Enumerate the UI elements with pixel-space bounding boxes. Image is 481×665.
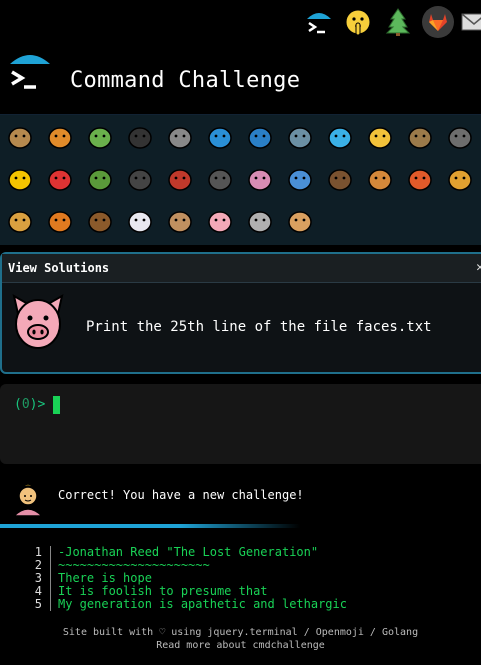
file-listing: 1 -Jonathan Reed "The Lost Generation" 2 ~~…	[0, 545, 481, 615]
challenge-text: Print the 25th line of the file faces.tx…	[86, 319, 432, 335]
fox-icon[interactable]	[402, 161, 438, 197]
terminal-logo-icon[interactable]	[6, 52, 50, 96]
ant-icon[interactable]	[122, 119, 158, 155]
mouse-icon[interactable]	[242, 203, 278, 239]
blowfish-icon[interactable]	[402, 119, 438, 155]
footer: Site built with ♡ using jquery.terminal …	[0, 626, 481, 652]
footer-credits[interactable]: Site built with ♡ using jquery.terminal …	[0, 626, 481, 639]
hamster-icon[interactable]	[282, 203, 318, 239]
genie-icon	[6, 476, 50, 520]
microbe-icon[interactable]	[282, 161, 318, 197]
lion-icon[interactable]	[2, 203, 38, 239]
line-text: My generation is apathetic and lethargic	[58, 597, 347, 611]
scorpion-icon[interactable]	[162, 161, 198, 197]
terminal-cursor	[53, 396, 60, 414]
line-text: It is foolish to presume that	[58, 584, 268, 598]
gitlab-icon[interactable]	[422, 6, 454, 38]
result-message: Correct! You have a new challenge!	[0, 474, 481, 520]
shushing-face-icon[interactable]	[342, 6, 374, 38]
butterfly-icon[interactable]	[42, 119, 78, 155]
terminal-prompt-icon[interactable]	[303, 6, 335, 38]
gutter-separator	[50, 598, 51, 611]
mail-icon[interactable]	[458, 6, 481, 38]
line-number: 2	[34, 558, 42, 572]
listing-line: 1 -Jonathan Reed "The Lost Generation"	[0, 545, 481, 559]
terminal[interactable]: (0)>	[0, 384, 481, 464]
view-solutions-button[interactable]: View Solutions	[2, 254, 481, 283]
listing-line: 4 It is foolish to presume that	[0, 584, 481, 598]
dog-icon[interactable]	[362, 161, 398, 197]
line-text: ~~~~~~~~~~~~~~~~~~~~~	[58, 558, 210, 572]
terminal-prompt: (0)>	[14, 397, 45, 412]
wolf-icon[interactable]	[442, 119, 478, 155]
result-text: Correct! You have a new challenge!	[58, 488, 304, 502]
line-text: There is hope	[58, 571, 152, 585]
spider-icon[interactable]	[122, 161, 158, 197]
cat-icon[interactable]	[442, 161, 478, 197]
footer-about-link[interactable]: Read more about cmdchallenge	[0, 639, 481, 652]
solutions-panel: View Solutions ✕ Print the 25th line of …	[0, 252, 481, 374]
page-title: Command Challenge	[70, 68, 301, 93]
pig-icon	[6, 290, 70, 354]
top-icon-bar	[300, 4, 481, 42]
whale-icon[interactable]	[202, 119, 238, 155]
caterpillar-icon[interactable]	[82, 119, 118, 155]
horse-icon[interactable]	[82, 203, 118, 239]
line-number: 3	[34, 571, 42, 585]
line-number: 5	[34, 597, 42, 611]
pig-icon[interactable]	[202, 203, 238, 239]
cow-icon[interactable]	[162, 203, 198, 239]
prompt-close: )>	[29, 397, 46, 412]
spider-web-icon[interactable]	[162, 119, 198, 155]
listing-line: 2 ~~~~~~~~~~~~~~~~~~~~~	[0, 558, 481, 572]
line-text: -Jonathan Reed "The Lost Generation"	[58, 545, 319, 559]
prompt-count: 0	[21, 397, 30, 412]
unicorn-icon[interactable]	[122, 203, 158, 239]
divider	[0, 524, 300, 528]
view-solutions-label: View Solutions	[8, 261, 110, 275]
close-icon[interactable]: ✕	[476, 260, 481, 275]
tree-icon[interactable]	[382, 6, 414, 38]
listing-line: 3 There is hope	[0, 571, 481, 585]
prompt-open: (	[14, 397, 22, 412]
ladybug-icon[interactable]	[42, 161, 78, 197]
listing-line: 5 My generation is apathetic and lethargi…	[0, 597, 481, 611]
fish-icon[interactable]	[322, 119, 358, 155]
challenge-grid	[0, 114, 481, 245]
bee-icon[interactable]	[2, 161, 38, 197]
line-number: 4	[34, 584, 42, 598]
tropical-fish-icon[interactable]	[362, 119, 398, 155]
monkey-icon[interactable]	[322, 161, 358, 197]
worm-icon[interactable]	[242, 161, 278, 197]
cricket-icon[interactable]	[82, 161, 118, 197]
line-number: 1	[34, 545, 42, 559]
site-header: Command Challenge	[0, 52, 481, 110]
challenge-body: Print the 25th line of the file faces.tx…	[2, 290, 481, 360]
snail-icon[interactable]	[2, 119, 38, 155]
dolphin-icon[interactable]	[242, 119, 278, 155]
tiger-icon[interactable]	[42, 203, 78, 239]
shark-icon[interactable]	[282, 119, 318, 155]
fly-icon[interactable]	[202, 161, 238, 197]
